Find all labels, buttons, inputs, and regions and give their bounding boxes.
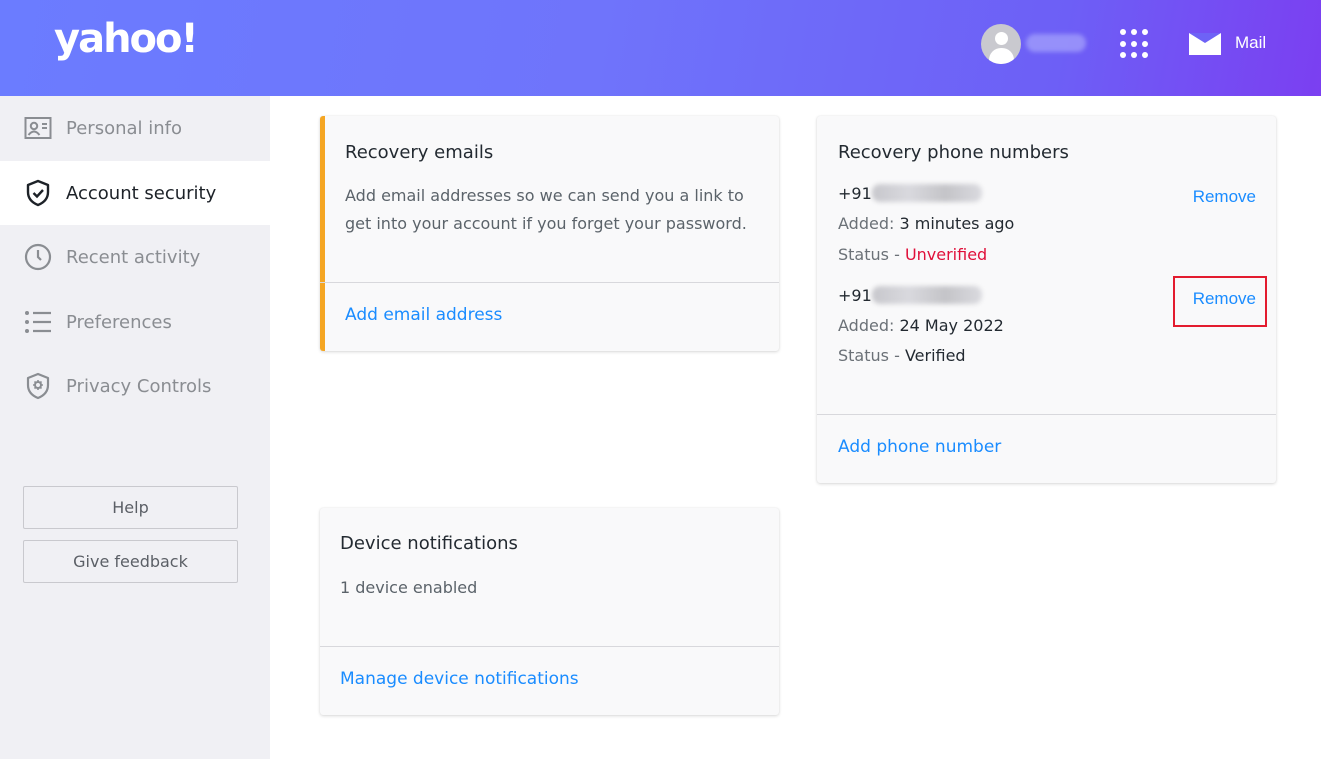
recovery-phones-card: Recovery phone numbers +91 Remove Added:… [817,116,1276,483]
sidebar-item-account-security[interactable]: Account security [0,161,270,225]
recovery-emails-description: Add email addresses so we can send you a… [345,186,747,233]
phone-1-added: Added: 3 minutes ago [838,214,1014,233]
device-notifications-status: 1 device enabled [340,578,478,597]
shield-gear-icon [24,372,52,400]
added-value: 3 minutes ago [899,214,1015,233]
device-notifications-card: Device notifications 1 device enabled Ma… [320,508,779,715]
phone-number-1: +91 [838,184,982,203]
add-email-address-link[interactable]: Add email address [345,305,502,325]
status-unverified: Unverified [904,245,988,264]
phone-prefix: +91 [838,286,872,305]
recovery-emails-title: Recovery emails [345,142,494,163]
phone-number-2: +91 [838,286,982,305]
sidebar-item-label: Privacy Controls [66,375,212,397]
help-button[interactable]: Help [23,486,238,529]
sidebar-item-label: Account security [66,182,217,204]
sidebar-item-recent-activity[interactable]: Recent activity [0,225,270,289]
sidebar: Personal info Account security Recent ac… [0,96,270,759]
device-notifications-title: Device notifications [340,533,518,554]
shield-check-icon [24,179,52,207]
manage-device-notifications-link[interactable]: Manage device notifications [340,669,579,689]
card-divider [320,282,779,283]
phone-number-blurred [871,286,982,304]
sidebar-item-label: Preferences [66,311,172,333]
remove-phone-1-link[interactable]: Remove [1193,187,1256,207]
sidebar-item-personal-info[interactable]: Personal info [0,96,270,160]
phone-2-status: Status - Verified [838,346,966,365]
added-label: Added: [838,316,895,335]
highlight-annotation-box [1173,276,1267,327]
card-divider [817,414,1276,415]
sidebar-item-preferences[interactable]: Preferences [0,290,270,354]
phone-number-blurred [871,184,982,202]
status-label: Status - [838,346,900,365]
status-label: Status - [838,245,900,264]
recovery-phones-title: Recovery phone numbers [838,142,1069,163]
phone-1-status: Status - Unverified [838,245,987,264]
mail-icon[interactable] [1189,33,1221,55]
status-verified: Verified [904,346,966,365]
phone-prefix: +91 [838,184,872,203]
added-label: Added: [838,214,895,233]
sidebar-item-label: Recent activity [66,246,201,268]
give-feedback-button[interactable]: Give feedback [23,540,238,583]
username-blurred[interactable] [1026,34,1086,52]
avatar-head [995,32,1008,45]
card-divider [320,646,779,647]
list-icon [24,308,52,336]
sidebar-item-label: Personal info [66,117,182,139]
avatar[interactable] [981,24,1021,64]
avatar-body [989,48,1014,64]
mail-link[interactable]: Mail [1235,33,1266,53]
warning-accent-bar [320,116,325,351]
added-value: 24 May 2022 [899,316,1004,335]
add-phone-number-link[interactable]: Add phone number [838,437,1001,457]
sidebar-item-privacy-controls[interactable]: Privacy Controls [0,354,270,418]
grid-icon[interactable] [1120,29,1150,59]
id-card-icon [24,114,52,142]
phone-2-added: Added: 24 May 2022 [838,316,1004,335]
recovery-emails-card: Recovery emails Add email addresses so w… [320,116,779,351]
yahoo-logo[interactable]: yahoo! [54,16,199,62]
top-header: yahoo! Mail [0,0,1321,96]
clock-icon [24,243,52,271]
